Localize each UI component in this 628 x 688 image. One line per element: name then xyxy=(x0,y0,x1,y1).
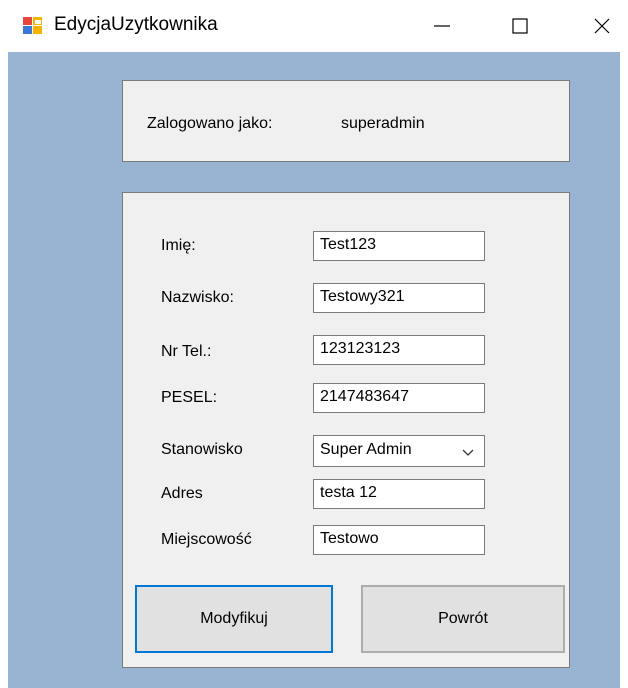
first-name-field[interactable]: Test123 xyxy=(313,231,485,261)
minimize-icon xyxy=(434,25,450,27)
position-select-value: Super Admin xyxy=(320,441,412,458)
position-label: Stanowisko xyxy=(161,441,243,458)
phone-label: Nr Tel.: xyxy=(161,343,212,360)
modify-button[interactable]: Modyfikuj xyxy=(135,585,333,653)
logged-in-label: Zalogowano jako: xyxy=(147,115,273,132)
window-title: EdycjaUzytkownika xyxy=(54,14,218,35)
maximize-button[interactable] xyxy=(490,0,550,52)
city-field[interactable]: Testowo xyxy=(313,525,485,555)
city-label: Miejscowość xyxy=(161,531,252,548)
last-name-label: Nazwisko: xyxy=(161,289,234,306)
app-icon xyxy=(22,16,44,36)
maximize-icon xyxy=(512,18,528,34)
logged-in-user: superadmin xyxy=(341,115,425,132)
first-name-label: Imię: xyxy=(161,237,196,254)
address-field[interactable]: testa 12 xyxy=(313,479,485,509)
minimize-button[interactable] xyxy=(412,0,472,52)
chevron-down-icon xyxy=(462,449,474,456)
title-bar[interactable]: EdycjaUzytkownika xyxy=(0,0,628,52)
pesel-field[interactable]: 2147483647 xyxy=(313,383,485,413)
last-name-field[interactable]: Testowy321 xyxy=(313,283,485,313)
back-button[interactable]: Powrót xyxy=(361,585,565,653)
pesel-label: PESEL: xyxy=(161,389,218,406)
close-icon xyxy=(594,18,610,34)
client-area: Zalogowano jako: superadmin Imię: Test12… xyxy=(8,52,620,688)
close-button[interactable] xyxy=(572,0,628,52)
login-panel: Zalogowano jako: superadmin xyxy=(122,80,570,162)
user-form-panel: Imię: Test123 Nazwisko: Testowy321 Nr Te… xyxy=(122,192,570,668)
phone-field[interactable]: 123123123 xyxy=(313,335,485,365)
app-window: EdycjaUzytkownika Zalogowano jako: super… xyxy=(0,0,628,688)
position-select[interactable]: Super Admin xyxy=(313,435,485,467)
address-label: Adres xyxy=(161,485,203,502)
